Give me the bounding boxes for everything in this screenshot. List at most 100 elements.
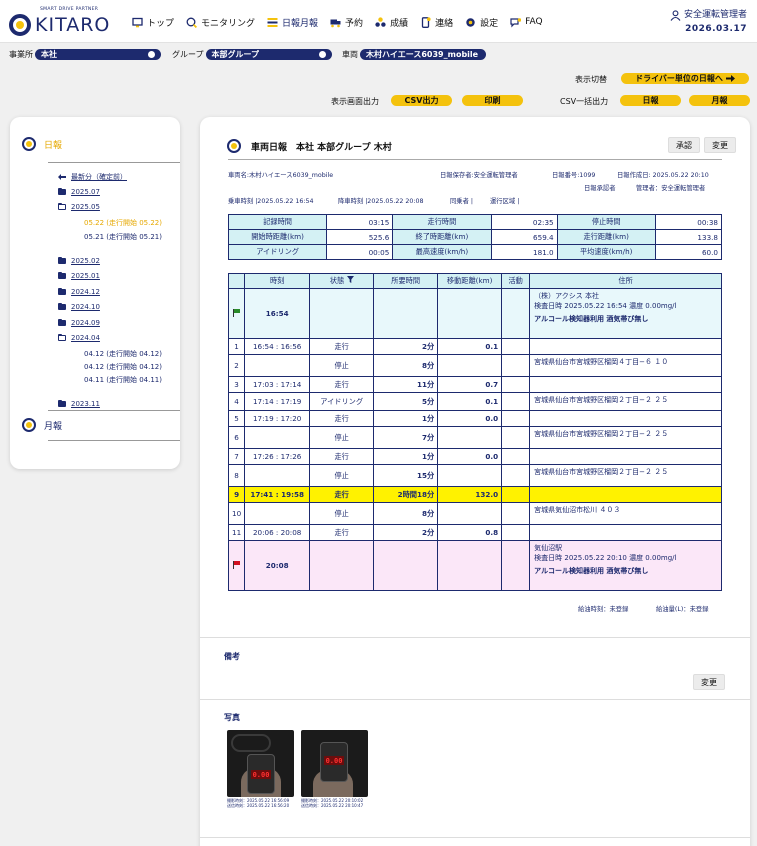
remarks-change-button[interactable]: 変更 (693, 674, 725, 690)
status-cell: 走行 (309, 410, 375, 427)
csv-daily-button[interactable]: 日報 (620, 95, 681, 106)
summary-table: 記録時間 03:15 走行時間 02:35 停止時間 00:38 開始時距離(km) 525.… (227, 214, 723, 260)
alcohol-check-photo[interactable]: 0.00 (227, 730, 294, 797)
nav-faq-label: FAQ (525, 17, 543, 27)
row-number: 3 (227, 376, 246, 393)
summary-value: 00:38 (654, 214, 723, 230)
truck-icon (330, 17, 341, 28)
kitaro-logo[interactable]: SMART DRIVE PARTNER KITARO (8, 5, 124, 39)
group-value: 本部グループ (211, 50, 260, 59)
sidebar-folder[interactable]: 2025.07 (58, 187, 100, 196)
meta-board-time: 乗車時刻 |2025.05.22 16:54 (228, 198, 314, 205)
summary-row: 開始時距離(km) 525.6 終了時距離(km) 659.4 走行距離(km) 133.… (227, 229, 723, 245)
breathalyzer-reading: 0.00 (251, 770, 271, 779)
sidebar-folder[interactable]: 2024.04 (58, 333, 100, 342)
col-header-status[interactable]: 状態 (309, 273, 375, 289)
csv-monthly-button[interactable]: 月報 (689, 95, 750, 106)
table-row: 1 16:54 : 16:56 走行 2分 0.1 (227, 338, 722, 355)
flag-cell (227, 288, 246, 339)
nav-faq[interactable]: FAQ (510, 17, 543, 28)
summary-row: アイドリング 00:05 最高速度(km/h) 181.0 平均速度(km/h) 60.0 (227, 244, 723, 260)
fuel-amount: 給油量(L)：未登録 (656, 606, 709, 613)
activity-cell (501, 338, 531, 355)
sidebar-monthly[interactable]: 月報 (22, 418, 62, 432)
sidebar-daily[interactable]: 日報 (22, 137, 62, 151)
time-cell: 17:26 : 17:26 (244, 448, 311, 465)
distance-cell: 0.8 (437, 524, 503, 541)
status-cell: 停止 (309, 464, 375, 487)
time-cell: 16:54 : 16:56 (244, 338, 311, 355)
sidebar-folder[interactable]: 2025.01 (58, 271, 100, 280)
nav-settings[interactable]: 設定 (465, 16, 498, 29)
alcohol-check-photo[interactable]: 0.00 (301, 730, 368, 797)
sidebar-folder[interactable]: 2023.11 (58, 399, 100, 408)
sidebar-day-item[interactable]: 04.11 (走行開始 04.11) (84, 375, 162, 385)
nav-contact[interactable]: 連絡 (420, 16, 453, 29)
empty-cell (437, 540, 503, 591)
nav-reports[interactable]: 日報月報 (267, 16, 318, 29)
time-cell: 20:08 (244, 540, 311, 591)
table-row: 9 17:41 : 19:58 走行 2時間18分 132.0 (227, 486, 722, 503)
distance-cell (437, 464, 503, 487)
time-cell (244, 464, 311, 487)
sidebar-day-item[interactable]: 05.22 (走行開始 05.22) (84, 218, 162, 228)
folder-icon (58, 287, 66, 295)
sidebar-day-item[interactable]: 05.21 (走行開始 05.21) (84, 232, 162, 242)
sidebar-folder[interactable]: 2024.09 (58, 318, 100, 327)
time-cell (244, 426, 311, 449)
group-select[interactable]: 本部グループ (205, 49, 332, 60)
status-cell: 停止 (309, 354, 375, 377)
nav-monitoring[interactable]: モニタリング (186, 16, 255, 29)
summary-value: 02:35 (490, 214, 558, 230)
chevron-down-icon (148, 51, 155, 58)
sidebar-folder[interactable]: 2025.05 (58, 202, 100, 211)
vehicle-select[interactable]: 木村ハイエース6039_mobile (360, 49, 486, 60)
nav-reservation-label: 予約 (345, 18, 364, 29)
remarks-label: 備考 (224, 652, 240, 661)
address-cell (529, 486, 722, 503)
summary-value: 659.4 (490, 229, 558, 245)
driver-unit-button[interactable]: ドライバー単位の日報へ (621, 73, 749, 84)
approve-button[interactable]: 承認 (668, 137, 700, 153)
row-number: 8 (227, 464, 246, 487)
nav-settings-label: 設定 (480, 18, 499, 29)
nav-reservation[interactable]: 予約 (330, 16, 363, 29)
user-info[interactable]: 安全運転管理者 2026.03.17 (670, 8, 747, 36)
breathalyzer-reading: 0.00 (324, 756, 344, 765)
status-cell: 停止 (309, 502, 375, 525)
summary-key: 終了時距離(km) (392, 229, 492, 245)
sidebar-folder[interactable]: 2025.02 (58, 256, 100, 265)
sidebar-day-item[interactable]: 04.12 (走行開始 04.12) (84, 349, 162, 359)
filter-icon[interactable] (346, 276, 354, 283)
address-cell: 気仙沼駅 検査日時 2025.05.22 20:10 濃度 0.00mg/l アルコ… (529, 540, 722, 591)
change-button[interactable]: 変更 (704, 137, 736, 153)
meta-approver: 日報承認者 (584, 185, 616, 192)
header-bar: SMART DRIVE PARTNER KITARO トップ モニタリング 日報… (0, 0, 757, 43)
time-cell: 16:54 (244, 288, 311, 339)
row-number: 11 (227, 524, 246, 541)
time-cell (244, 354, 311, 377)
sidebar-day-item[interactable]: 04.12 (走行開始 04.12) (84, 362, 162, 372)
nav-results[interactable]: 成績 (375, 16, 408, 29)
duration-cell: 2分 (373, 338, 439, 355)
phone-icon (420, 16, 431, 28)
chevron-down-icon (318, 51, 326, 58)
empty-cell (373, 540, 439, 591)
table-row: 2 停止 8分 宮城県仙台市宮城野区榴岡４丁目−６ １０ (227, 354, 722, 377)
sidebar-folder[interactable]: 2024.10 (58, 302, 100, 311)
sidebar-latest-label: 最新分（確定前） (71, 173, 127, 181)
sidebar-latest[interactable]: 最新分（確定前） (58, 172, 127, 182)
user-name: 安全運転管理者 (683, 10, 747, 20)
print-button[interactable]: 印刷 (462, 95, 523, 106)
col-header-duration: 所要時間 (373, 273, 439, 289)
meta-route: 運行区域 | (490, 198, 520, 205)
sidebar-folder[interactable]: 2024.12 (58, 287, 100, 296)
duration-cell: 8分 (373, 502, 439, 525)
driver-unit-button-label: ドライバー単位の日報へ (635, 74, 723, 83)
csv-output-button[interactable]: CSV出力 (391, 95, 452, 106)
alcohol-result: アルコール検知器利用 酒気帯び無し (534, 315, 649, 323)
address-cell (529, 448, 722, 465)
table-row: 3 17:03 : 17:14 走行 11分 0.7 (227, 376, 722, 393)
office-select[interactable]: 本社 (35, 49, 161, 60)
nav-top[interactable]: トップ (132, 16, 174, 29)
